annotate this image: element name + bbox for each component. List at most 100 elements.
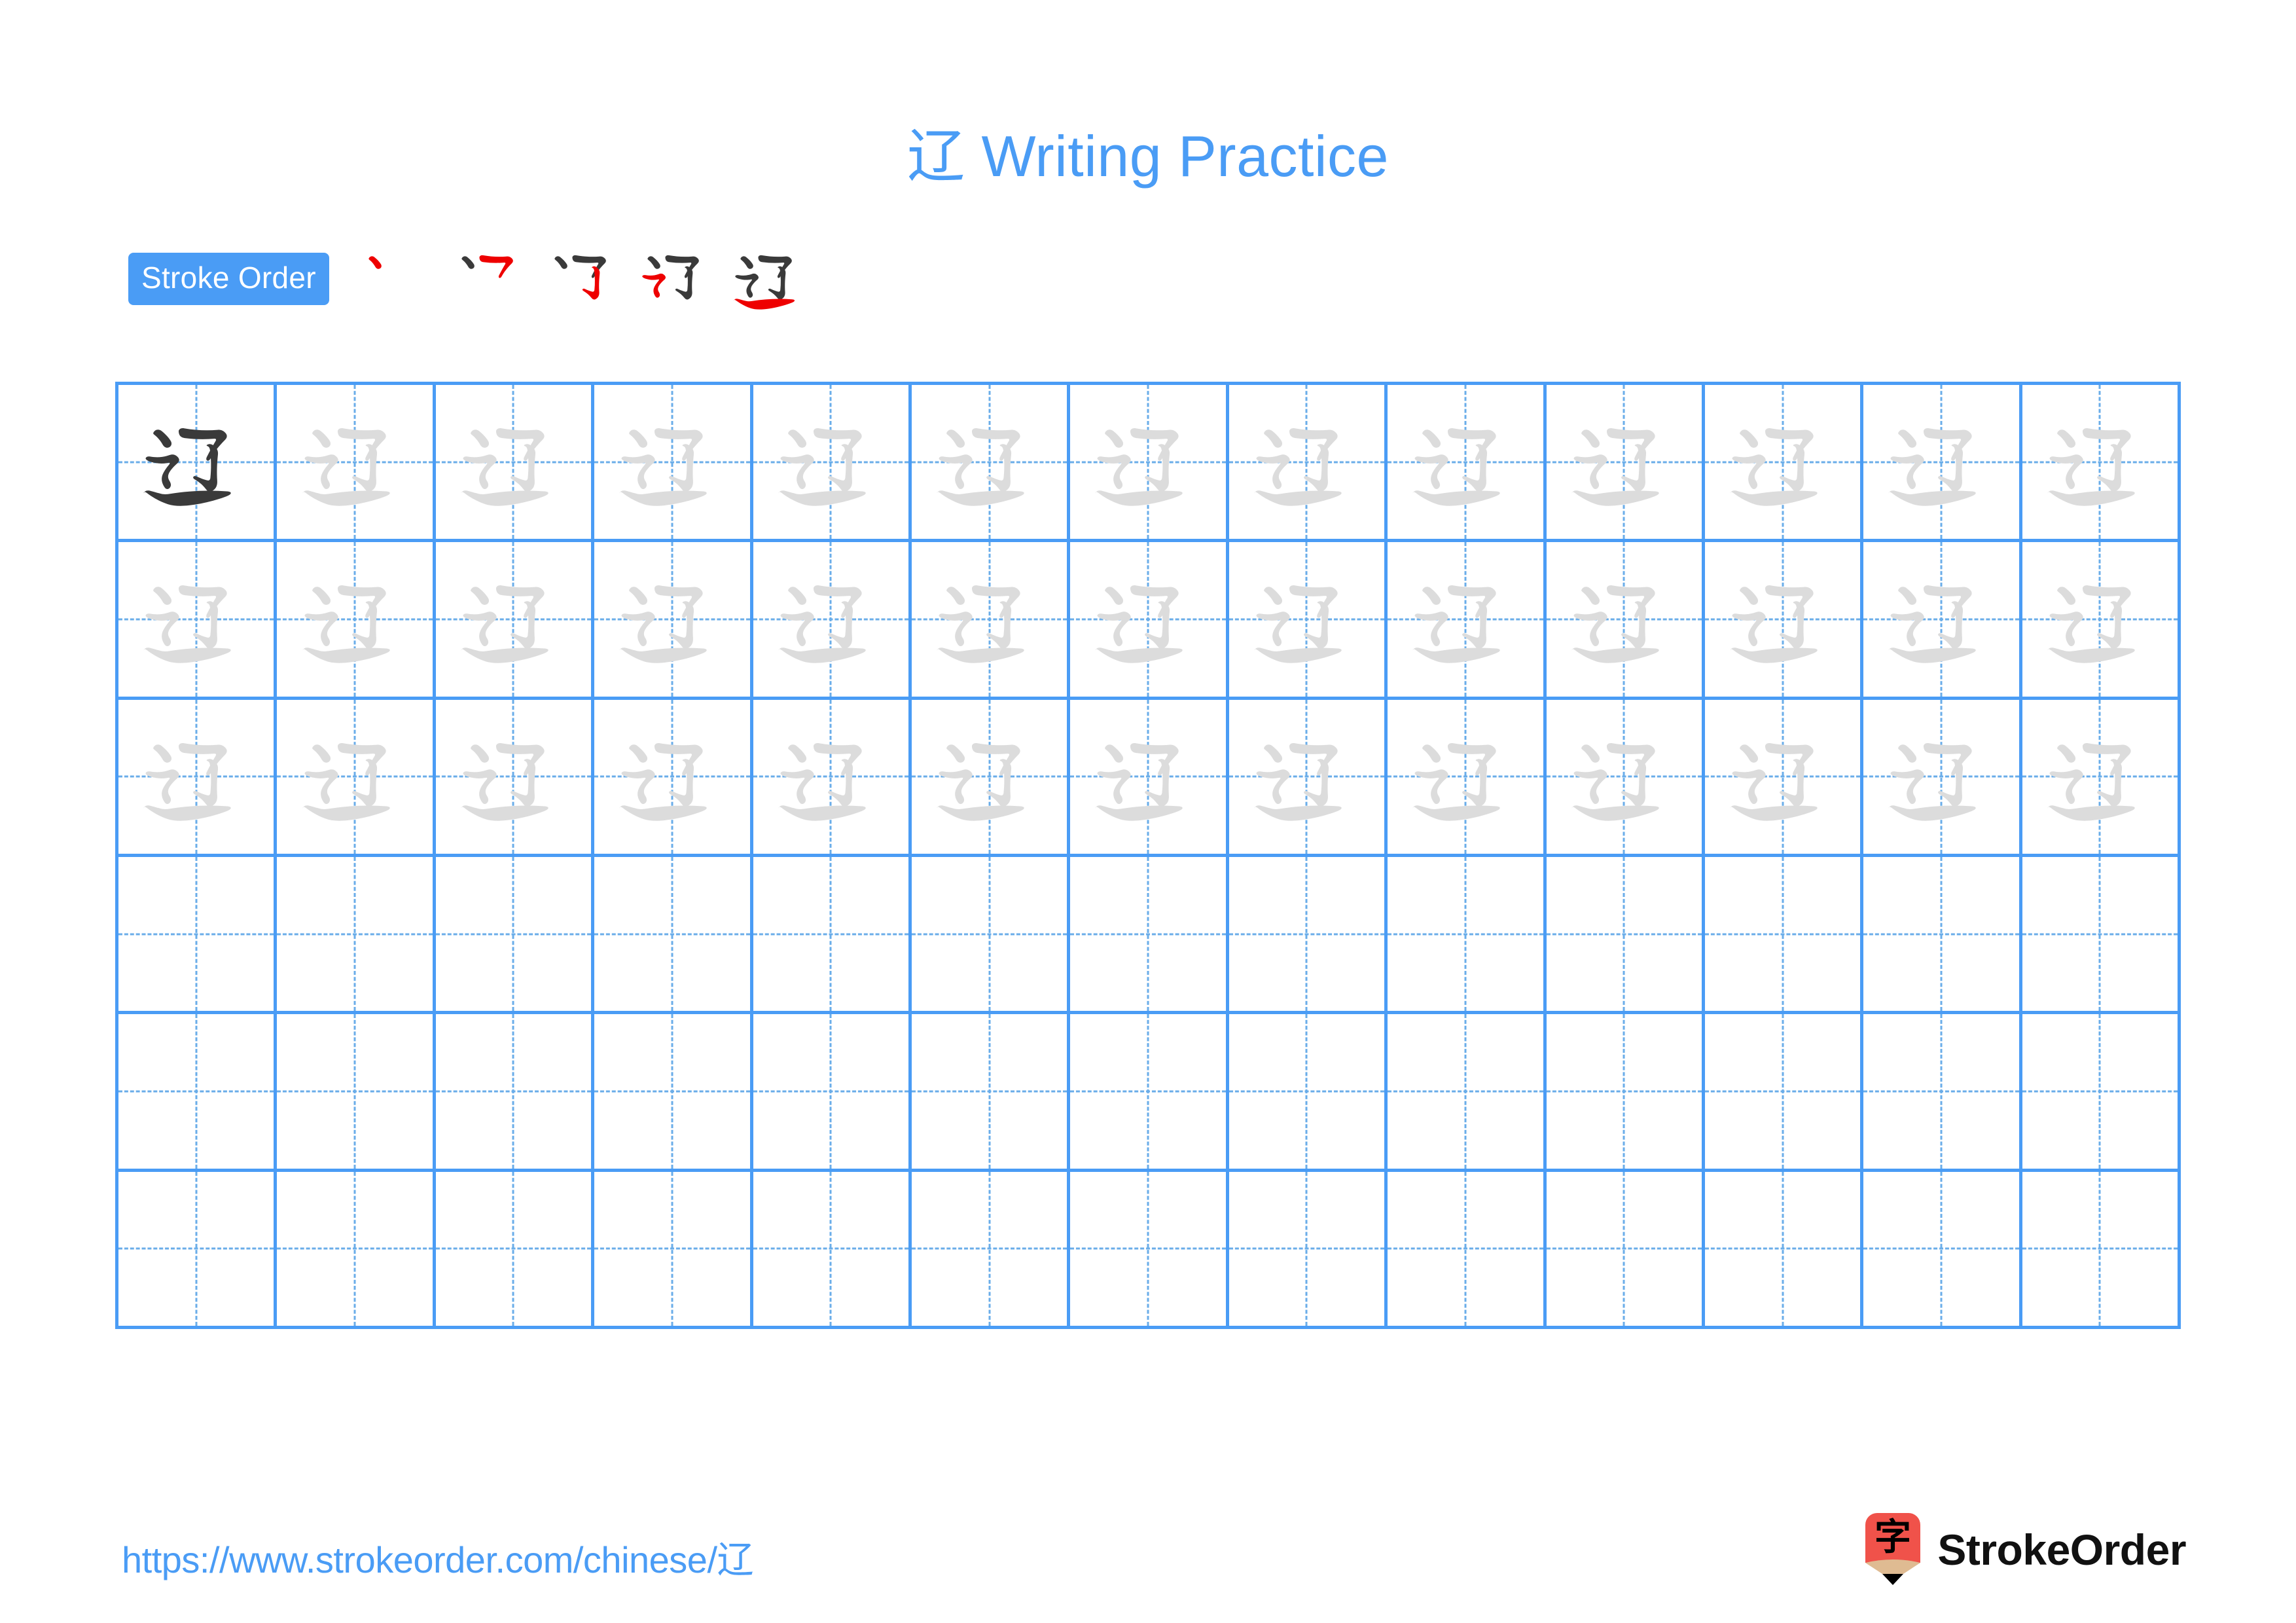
practice-cell[interactable] xyxy=(435,856,595,1015)
practice-cell[interactable] xyxy=(277,542,436,700)
practice-cell[interactable] xyxy=(118,699,278,857)
practice-cell[interactable] xyxy=(1070,1171,1229,1329)
practice-cell[interactable] xyxy=(911,699,1071,857)
practice-cell[interactable] xyxy=(753,385,912,543)
practice-cell[interactable] xyxy=(2022,542,2181,700)
practice-cell[interactable] xyxy=(911,542,1071,700)
practice-cell[interactable] xyxy=(1229,856,1388,1015)
practice-cell[interactable] xyxy=(1546,542,1705,700)
practice-cell[interactable] xyxy=(753,1014,912,1172)
practice-cell[interactable] xyxy=(1388,385,1547,543)
practice-cell[interactable] xyxy=(2022,1171,2181,1329)
stroke-path-3 xyxy=(1780,444,1805,492)
practice-cell[interactable] xyxy=(1546,856,1705,1015)
practice-cell[interactable] xyxy=(277,1014,436,1172)
stroke-path-1 xyxy=(2056,744,2075,763)
practice-cell[interactable] xyxy=(1546,1014,1705,1172)
stroke-path-4 xyxy=(1097,611,1132,647)
practice-cell[interactable] xyxy=(1229,1171,1388,1329)
practice-cell[interactable] xyxy=(118,1014,278,1172)
stroke-path-5 xyxy=(1096,647,1183,663)
practice-cell[interactable] xyxy=(1229,385,1388,543)
practice-cell[interactable] xyxy=(1704,699,1864,857)
practice-cell[interactable] xyxy=(1388,1014,1547,1172)
practice-cell[interactable] xyxy=(118,542,278,700)
practice-cell[interactable] xyxy=(1388,1171,1547,1329)
stroke-path-5 xyxy=(1889,805,1977,821)
stroke-path-1 xyxy=(2056,429,2075,448)
practice-cell[interactable] xyxy=(1863,699,2022,857)
stroke-path-5 xyxy=(1889,490,1977,506)
practice-cell[interactable] xyxy=(594,1014,753,1172)
practice-cell[interactable] xyxy=(2022,385,2181,543)
practice-cell[interactable] xyxy=(118,385,278,543)
practice-cell[interactable] xyxy=(1388,856,1547,1015)
practice-cell[interactable] xyxy=(1070,1014,1229,1172)
stroke-path-2 xyxy=(1765,585,1814,618)
practice-cell[interactable] xyxy=(1704,1014,1864,1172)
practice-cell[interactable] xyxy=(1546,1171,1705,1329)
practice-cell[interactable] xyxy=(1863,1014,2022,1172)
practice-cell[interactable] xyxy=(435,1171,595,1329)
practice-cell[interactable] xyxy=(435,385,595,543)
stroke-path-4 xyxy=(463,769,497,804)
practice-cell[interactable] xyxy=(911,385,1071,543)
practice-cell[interactable] xyxy=(1070,699,1229,857)
stroke-path-3 xyxy=(986,758,1012,807)
practice-cell[interactable] xyxy=(753,1171,912,1329)
practice-cell[interactable] xyxy=(1863,1171,2022,1329)
practice-cell[interactable] xyxy=(1388,542,1547,700)
stroke-path-1 xyxy=(1263,587,1282,606)
practice-cell[interactable] xyxy=(277,385,436,543)
source-url[interactable]: https://www.strokeorder.com/chinese/辽 xyxy=(122,1531,754,1584)
practice-cell[interactable] xyxy=(1546,699,1705,857)
practice-cell[interactable] xyxy=(594,1171,753,1329)
practice-cell[interactable] xyxy=(2022,699,2181,857)
practice-cell[interactable] xyxy=(594,699,753,857)
practice-cell[interactable] xyxy=(1546,385,1705,543)
stroke-path-3 xyxy=(1303,444,1329,492)
practice-cell[interactable] xyxy=(1863,856,2022,1015)
practice-cell[interactable] xyxy=(594,542,753,700)
practice-cell[interactable] xyxy=(753,542,912,700)
practice-cell[interactable] xyxy=(1704,1171,1864,1329)
practice-cell[interactable] xyxy=(277,1171,436,1329)
practice-cell[interactable] xyxy=(594,856,753,1015)
practice-cell[interactable] xyxy=(1229,699,1388,857)
stroke-path-4 xyxy=(1890,769,1925,804)
practice-cell[interactable] xyxy=(753,856,912,1015)
practice-cell[interactable] xyxy=(1070,542,1229,700)
practice-cell[interactable] xyxy=(118,856,278,1015)
practice-cell[interactable] xyxy=(1704,385,1864,543)
practice-cell[interactable] xyxy=(435,699,595,857)
practice-cell[interactable] xyxy=(1229,542,1388,700)
practice-cell[interactable] xyxy=(753,699,912,857)
stroke-path-5 xyxy=(1571,647,1659,663)
practice-cell[interactable] xyxy=(118,1171,278,1329)
practice-cell[interactable] xyxy=(277,699,436,857)
stroke-path-3 xyxy=(2096,758,2122,807)
practice-cell[interactable] xyxy=(594,385,753,543)
stroke-path-1 xyxy=(312,587,331,606)
practice-cell[interactable] xyxy=(1704,542,1864,700)
practice-cell[interactable] xyxy=(1863,385,2022,543)
practice-cell[interactable] xyxy=(1388,699,1547,857)
trace-character xyxy=(2022,385,2178,539)
practice-cell[interactable] xyxy=(435,542,595,700)
stroke-path-1 xyxy=(629,744,648,763)
stroke-path-2 xyxy=(1606,742,1655,776)
practice-cell[interactable] xyxy=(911,1014,1071,1172)
practice-cell[interactable] xyxy=(277,856,436,1015)
practice-cell[interactable] xyxy=(911,856,1071,1015)
practice-cell[interactable] xyxy=(1863,542,2022,700)
practice-cell[interactable] xyxy=(1070,856,1229,1015)
practice-cell[interactable] xyxy=(435,1014,595,1172)
practice-cell[interactable] xyxy=(1229,1014,1388,1172)
practice-cell[interactable] xyxy=(1704,856,1864,1015)
practice-cell[interactable] xyxy=(911,1171,1071,1329)
stroke-path-5 xyxy=(620,805,707,821)
stroke-path-3 xyxy=(1938,444,1964,492)
practice-cell[interactable] xyxy=(1070,385,1229,543)
practice-cell[interactable] xyxy=(2022,1014,2181,1172)
practice-cell[interactable] xyxy=(2022,856,2181,1015)
